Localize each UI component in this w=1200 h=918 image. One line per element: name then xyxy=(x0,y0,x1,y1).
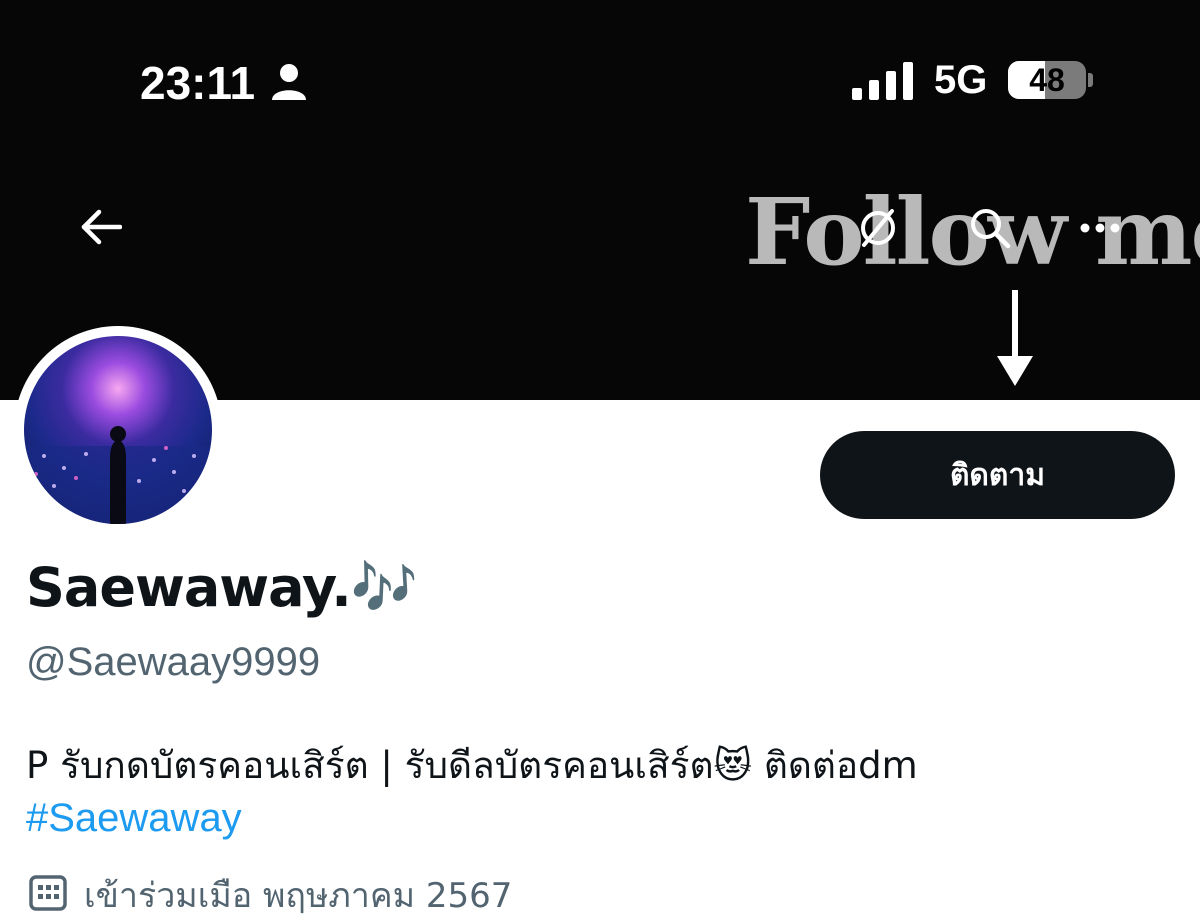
network-type: 5G xyxy=(934,58,988,102)
status-time: 23:11 xyxy=(140,57,256,109)
joined-date: เข้าร่วมเมือ พฤษภาคม 2567 xyxy=(84,876,513,916)
battery-cap xyxy=(1088,73,1093,87)
user-handle: @Saewaay9999 xyxy=(26,640,321,684)
display-name: Saewaway.🎶 xyxy=(26,556,418,619)
avatar[interactable] xyxy=(14,326,222,534)
signal-icon xyxy=(852,62,913,100)
calendar-icon xyxy=(29,875,67,911)
profile-screen: Follow me 23:11 5G 48 ติดตาม Saewaway.🎶 … xyxy=(0,0,1200,918)
city-silhouette-art xyxy=(24,426,212,524)
follow-button[interactable]: ติดตาม xyxy=(820,431,1175,519)
hashtag-link[interactable]: #Saewaway xyxy=(26,796,242,841)
back-button[interactable] xyxy=(70,196,132,258)
more-icon xyxy=(1080,223,1120,233)
search-icon xyxy=(971,209,1011,249)
battery-icon: 48 xyxy=(1008,61,1086,99)
arrow-left-icon xyxy=(81,209,122,245)
more-button[interactable] xyxy=(1068,196,1132,260)
no-animation-icon xyxy=(861,209,895,247)
battery-level: 48 xyxy=(1029,61,1065,98)
search-button[interactable] xyxy=(958,196,1022,260)
avatar-image xyxy=(24,336,212,524)
down-arrow-icon xyxy=(997,290,1033,386)
person-icon xyxy=(272,64,306,100)
bio-text: P รับกดบัตรคอนเสิร์ต | รับดีลบัตรคอนเสิร… xyxy=(26,744,918,787)
no-animation-button[interactable] xyxy=(846,196,910,260)
